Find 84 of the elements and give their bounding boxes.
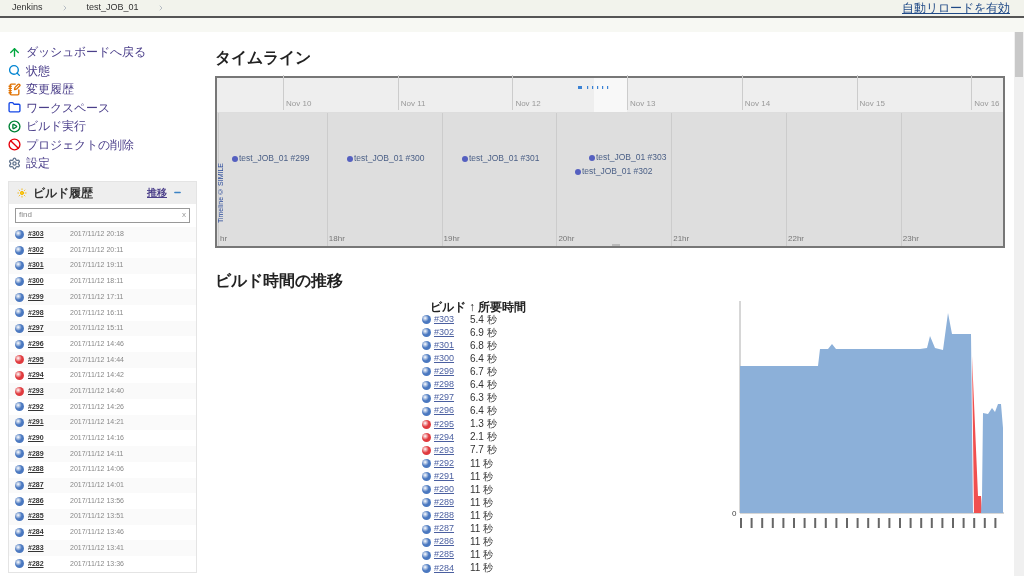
duration-cell: 11 秒 xyxy=(470,458,494,469)
sidebar-item[interactable]: ビルド実行 xyxy=(8,117,200,136)
timeline-event[interactable]: test_JOB_01 #302 xyxy=(575,165,653,178)
build-link[interactable]: #284 xyxy=(434,561,467,576)
search-icon xyxy=(8,64,21,78)
sidebar-item[interactable]: ワークスペース xyxy=(8,98,200,117)
date-label: Nov 14 xyxy=(741,75,771,110)
build-link[interactable]: #294 xyxy=(434,430,467,445)
duration-cell: 6.7 秒 xyxy=(470,366,497,377)
date-label: Nov 10 xyxy=(283,75,312,110)
duration-cell: 7.7 秒 xyxy=(470,445,497,456)
sidebar-item[interactable]: ダッシュボードへ戻る xyxy=(8,43,200,62)
auto-reload-link[interactable]: 自動リロードを有効 xyxy=(902,0,1010,17)
duration-cell: 6.3 秒 xyxy=(470,393,497,404)
duration-cell: 6.4 秒 xyxy=(470,406,497,417)
timeline-event[interactable]: test_JOB_01 #301 xyxy=(462,152,540,165)
duration-cell: 11 秒 xyxy=(470,563,494,574)
notepad-icon xyxy=(8,82,21,96)
scrollbar-thumb[interactable] xyxy=(1015,32,1023,77)
build-link[interactable]: #299 xyxy=(434,365,467,379)
breadcrumb-link[interactable]: Jenkins xyxy=(8,1,47,15)
date-label: Nov 13 xyxy=(627,75,656,110)
date-label: Nov 16 xyxy=(971,75,1000,110)
date-label: Nov 15 xyxy=(856,75,885,110)
date-label: Nov 12 xyxy=(512,75,541,110)
build-link[interactable]: #298 xyxy=(434,378,467,392)
duration-cell: 6.9 秒 xyxy=(470,327,497,338)
scrollbar[interactable] xyxy=(1014,32,1024,576)
duration-cell: 6.8 秒 xyxy=(470,340,497,351)
sidebar-item[interactable]: 状態 xyxy=(8,61,200,80)
build-link[interactable]: #301 xyxy=(434,339,467,353)
build-link[interactable]: #297 xyxy=(434,391,467,405)
hour-label: 18hr xyxy=(326,113,345,246)
build-link[interactable]: #292 xyxy=(434,456,467,471)
up-arrow-icon xyxy=(8,45,21,59)
duration-cell: 11 秒 xyxy=(470,471,494,482)
duration-cell: 5.4 秒 xyxy=(470,314,497,325)
folder-icon xyxy=(8,101,21,115)
duration-cell: 11 秒 xyxy=(470,550,494,561)
build-link[interactable]: #287 xyxy=(434,522,467,536)
duration-cell: 2.1 秒 xyxy=(470,432,497,443)
column-header[interactable]: 所要時間 xyxy=(478,297,526,316)
duration-cell: 11 秒 xyxy=(470,510,494,521)
duration-cell: 11 秒 xyxy=(470,537,494,548)
section-title: ビルド時間の推移 xyxy=(215,271,344,291)
build-link[interactable]: #300 xyxy=(434,352,467,366)
sun-icon xyxy=(17,187,27,198)
duration-cell: 1.3 秒 xyxy=(470,419,497,430)
build-link[interactable]: #290 xyxy=(434,483,467,497)
gear-icon xyxy=(8,156,21,170)
build-link[interactable]: #288 xyxy=(434,509,467,523)
hour-label: 22hr xyxy=(786,113,804,246)
hour-label: 23hr xyxy=(900,113,919,246)
timeline-event[interactable]: test_JOB_01 #300 xyxy=(347,152,425,165)
no-entry-icon xyxy=(8,138,21,152)
resize-handle xyxy=(612,244,620,246)
trend-link[interactable]: 推移 xyxy=(147,185,167,200)
sort-arrow[interactable]: ↑ xyxy=(469,297,475,316)
timeline-event[interactable]: test_JOB_01 #299 xyxy=(232,152,310,165)
hour-label: 20hr xyxy=(556,113,575,246)
build-link[interactable]: #293 xyxy=(434,443,467,458)
duration-cell: 6.4 秒 xyxy=(470,380,497,390)
axis-label: 0 xyxy=(732,509,737,518)
build-link[interactable]: #286 xyxy=(434,535,467,549)
duration-cell: 11 秒 xyxy=(470,484,494,495)
hour-label: 21hr xyxy=(671,113,690,246)
build-link[interactable]: #291 xyxy=(434,469,467,484)
build-link[interactable]: #285 xyxy=(434,548,467,562)
sidebar-item[interactable]: 変更履歴 xyxy=(8,80,200,99)
build-link[interactable]: #302 xyxy=(434,325,467,340)
duration-cell: 6.4 秒 xyxy=(470,353,497,364)
section-title: タイムライン xyxy=(215,48,312,68)
duration-cell: 11 秒 xyxy=(470,497,494,508)
build-link[interactable]: #289 xyxy=(434,496,467,510)
sidebar-item[interactable]: プロジェクトの削除 xyxy=(8,135,200,154)
hour-label: 19hr xyxy=(441,113,460,246)
build-link[interactable]: #296 xyxy=(434,404,467,418)
sidebar-item[interactable]: 設定 xyxy=(8,154,200,173)
build-link[interactable]: #295 xyxy=(434,417,467,432)
timeline-event[interactable]: test_JOB_01 #303 xyxy=(589,151,667,164)
duration-cell: 11 秒 xyxy=(470,524,494,535)
breadcrumb-link[interactable]: test_JOB_01 xyxy=(82,1,143,15)
date-label: Nov 11 xyxy=(397,75,426,110)
panel-title: ビルド履歴 xyxy=(33,184,93,202)
